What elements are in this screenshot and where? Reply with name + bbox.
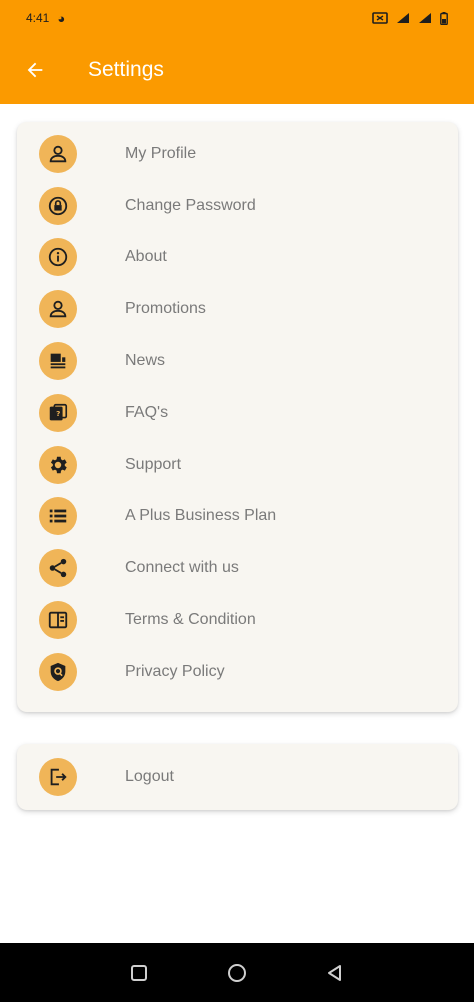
person-icon bbox=[39, 134, 77, 173]
settings-menu-card: My Profile Change Password About Promoti… bbox=[17, 122, 458, 712]
status-right bbox=[372, 11, 448, 25]
logout-icon bbox=[39, 758, 77, 796]
menu-item-label: Terms & Condition bbox=[125, 611, 256, 629]
notification-icon: ◕ bbox=[57, 10, 66, 26]
menu-item-faqs[interactable]: ? FAQ's bbox=[17, 387, 458, 439]
gear-icon bbox=[39, 445, 77, 484]
home-button[interactable] bbox=[217, 953, 257, 993]
menu-item-label: Privacy Policy bbox=[125, 662, 225, 680]
menu-item-label: My Profile bbox=[125, 144, 197, 162]
system-back-button[interactable] bbox=[315, 953, 355, 993]
menu-item-connect[interactable]: Connect with us bbox=[17, 542, 458, 594]
book-icon bbox=[39, 601, 77, 640]
menu-item-promotions[interactable]: Promotions bbox=[17, 283, 458, 335]
cell-signal-icon bbox=[419, 13, 431, 23]
menu-item-label: News bbox=[125, 352, 166, 370]
menu-item-my-profile[interactable]: My Profile bbox=[17, 128, 458, 180]
logout-label: Logout bbox=[125, 768, 174, 785]
wifi-signal-icon bbox=[397, 13, 409, 23]
info-icon bbox=[39, 238, 77, 277]
arrow-left-icon bbox=[27, 62, 43, 78]
menu-item-label: Connect with us bbox=[125, 559, 239, 577]
system-nav-bar bbox=[0, 943, 474, 1002]
menu-item-label: Support bbox=[125, 455, 182, 473]
logout-button[interactable]: Logout bbox=[17, 744, 458, 810]
lock-icon bbox=[39, 186, 77, 225]
square-icon bbox=[131, 964, 147, 981]
back-button[interactable] bbox=[0, 36, 70, 104]
status-time: 4:41 bbox=[26, 11, 50, 25]
person-icon bbox=[39, 290, 77, 329]
newspaper-icon bbox=[39, 342, 77, 381]
logout-card: Logout bbox=[17, 744, 458, 810]
menu-item-label: Promotions bbox=[125, 300, 206, 318]
recents-button[interactable] bbox=[119, 953, 159, 993]
menu-item-about[interactable]: About bbox=[17, 232, 458, 284]
status-left: 4:41 ◕ bbox=[26, 11, 65, 25]
share-icon bbox=[39, 549, 77, 588]
status-bar: 4:41 ◕ bbox=[0, 0, 474, 36]
menu-item-business-plan[interactable]: A Plus Business Plan bbox=[17, 491, 458, 543]
list-icon bbox=[39, 497, 77, 536]
menu-item-label: About bbox=[125, 248, 167, 266]
menu-item-label: A Plus Business Plan bbox=[125, 507, 277, 525]
menu-item-terms[interactable]: Terms & Condition bbox=[17, 594, 458, 646]
menu-item-label: FAQ's bbox=[125, 403, 169, 421]
menu-item-change-password[interactable]: Change Password bbox=[17, 180, 458, 232]
faq-icon: ? bbox=[39, 393, 77, 432]
app-bar: Settings bbox=[0, 36, 474, 104]
menu-item-label: Change Password bbox=[125, 196, 256, 214]
menu-item-news[interactable]: News bbox=[17, 335, 458, 387]
nfc-icon bbox=[372, 12, 388, 24]
circle-icon bbox=[228, 963, 246, 982]
menu-item-support[interactable]: Support bbox=[17, 439, 458, 491]
battery-icon bbox=[440, 11, 448, 25]
menu-item-privacy[interactable]: Privacy Policy bbox=[17, 646, 458, 698]
triangle-back-icon bbox=[328, 964, 341, 981]
page-title: Settings bbox=[88, 58, 164, 81]
svg-text:?: ? bbox=[56, 409, 60, 418]
shield-icon bbox=[39, 652, 77, 691]
